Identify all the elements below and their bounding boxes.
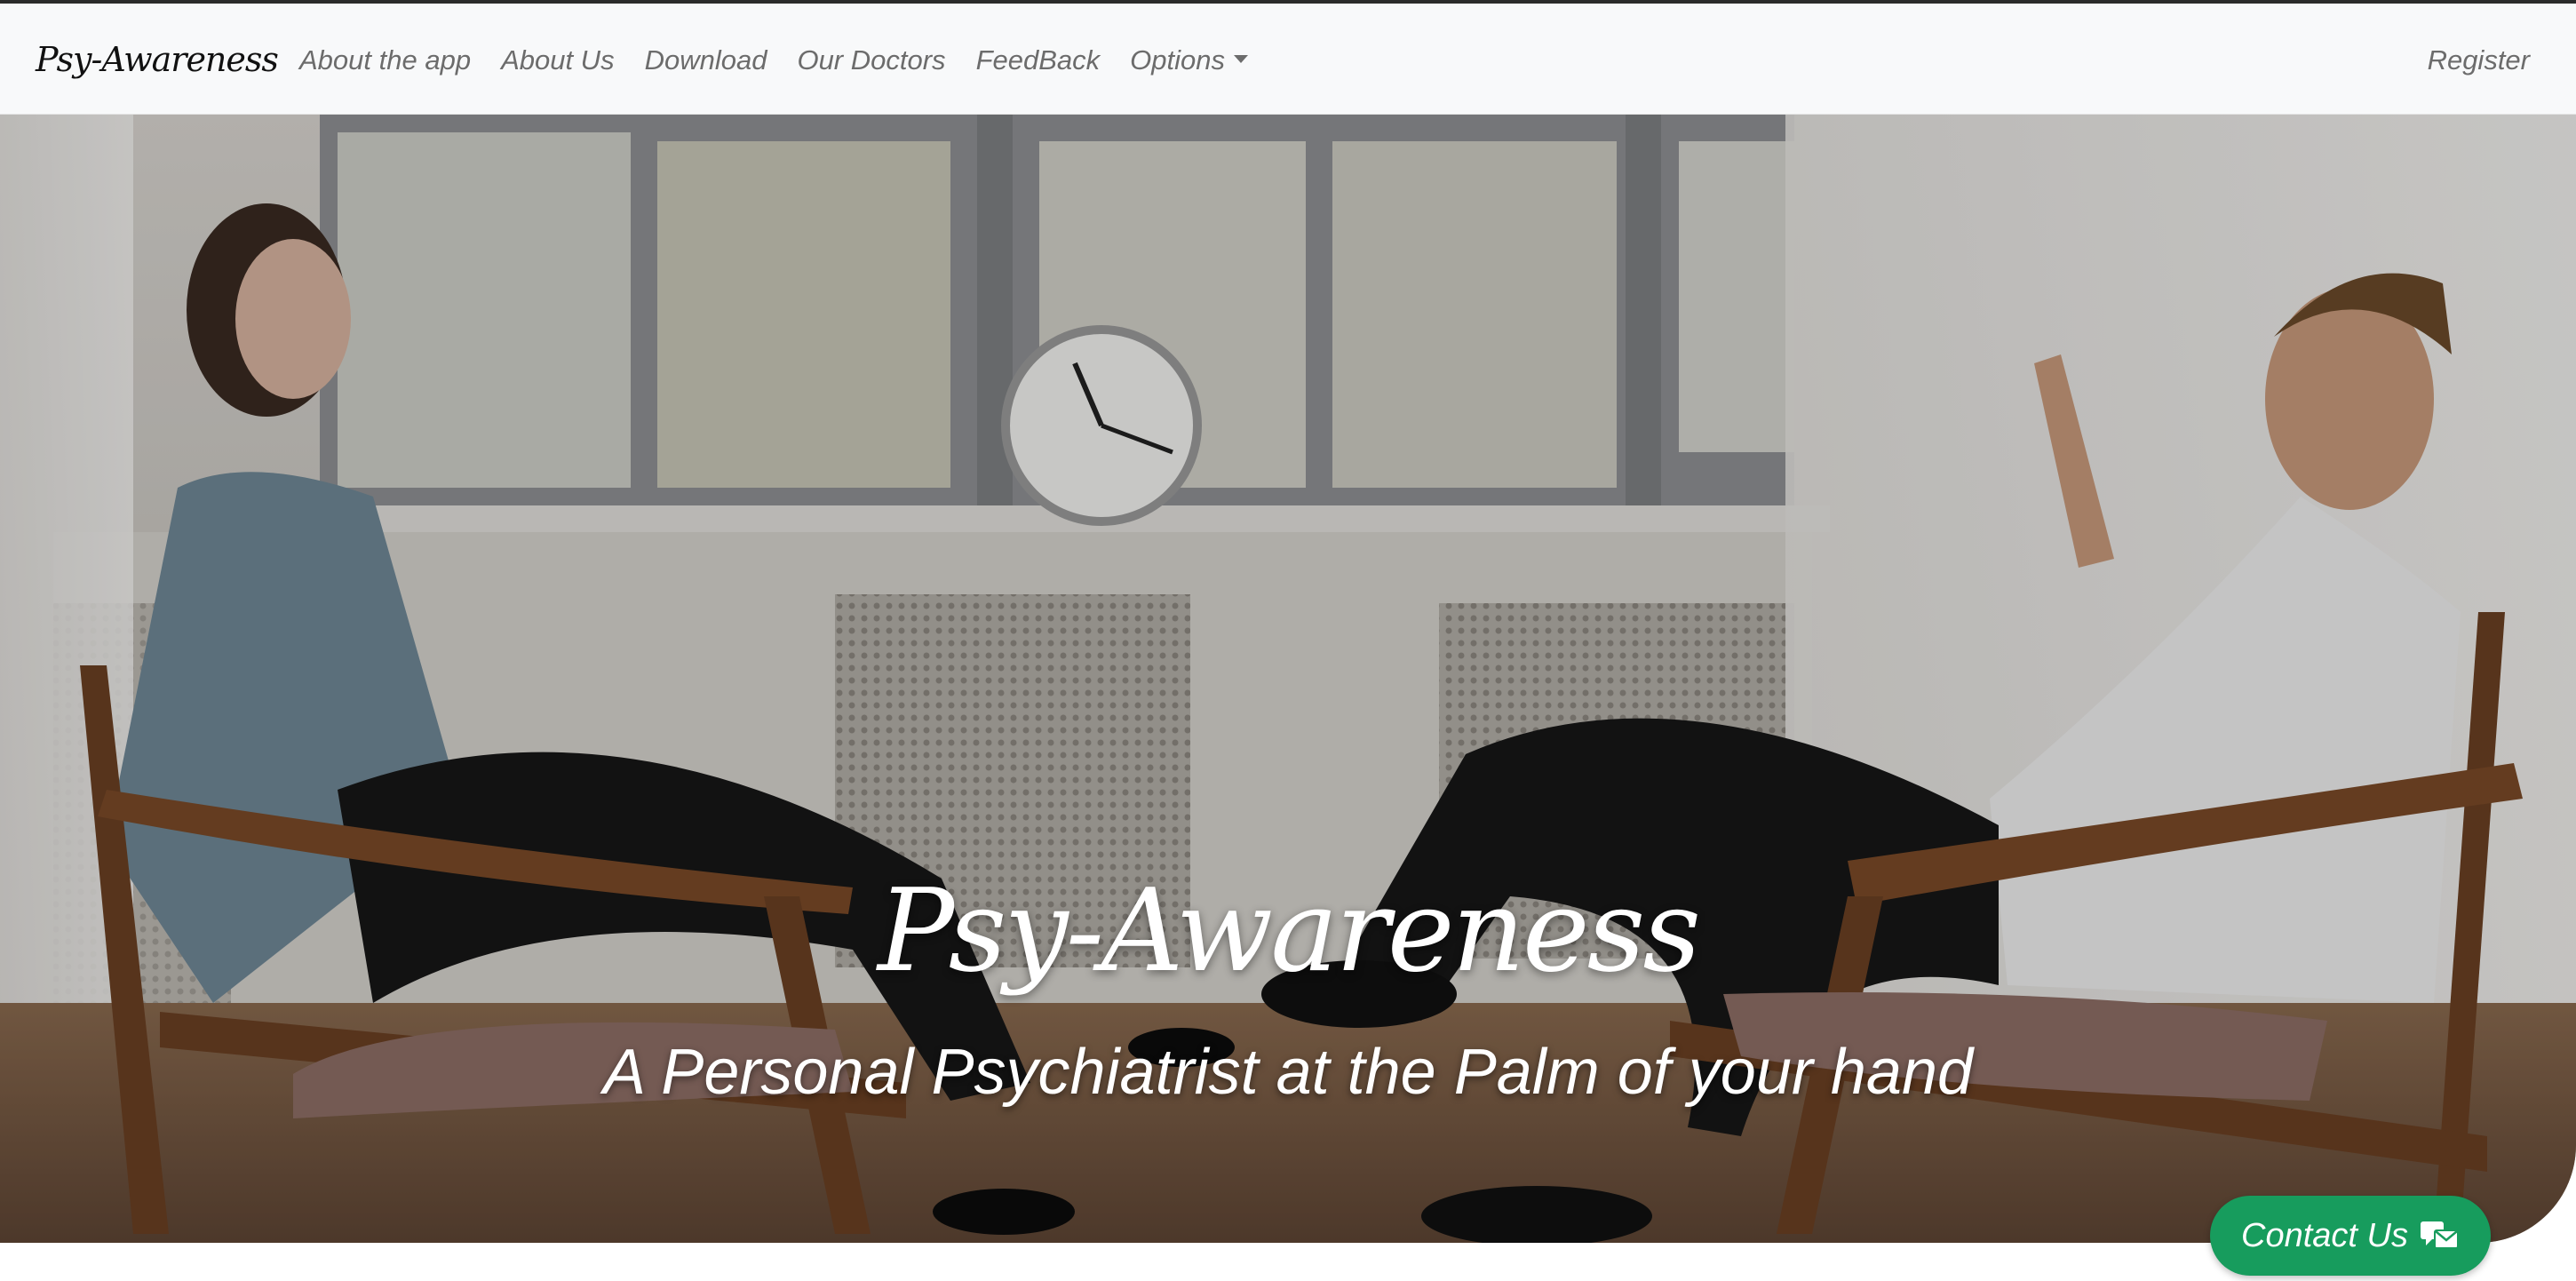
options-dropdown[interactable]: Options [1130, 39, 1248, 82]
nav-links: About the app About Us Download Our Doct… [299, 39, 1278, 82]
nav-link-about-app[interactable]: About the app [299, 39, 471, 82]
hero-title: Psy-Awareness [878, 865, 1701, 998]
navbar: Psy-Awareness About the app About Us Dow… [0, 4, 2576, 115]
nav-link-feedback[interactable]: FeedBack [976, 39, 1101, 82]
nav-link-about-us[interactable]: About Us [501, 39, 615, 82]
brand-logo[interactable]: Psy-Awareness [36, 36, 279, 84]
contact-us-button[interactable]: Contact Us [2210, 1196, 2491, 1276]
caret-down-icon [1233, 55, 1248, 64]
mail-bubble-icon [2420, 1221, 2459, 1249]
contact-us-label: Contact Us [2241, 1216, 2408, 1254]
hero-section: Psy-Awareness A Personal Psychiatrist at… [0, 115, 2576, 1243]
options-label: Options [1130, 44, 1225, 76]
nav-link-download[interactable]: Download [645, 39, 767, 82]
nav-link-our-doctors[interactable]: Our Doctors [797, 39, 945, 82]
hero-subtitle: A Personal Psychiatrist at the Palm of y… [602, 1037, 1974, 1108]
register-link[interactable]: Register [2428, 39, 2530, 82]
